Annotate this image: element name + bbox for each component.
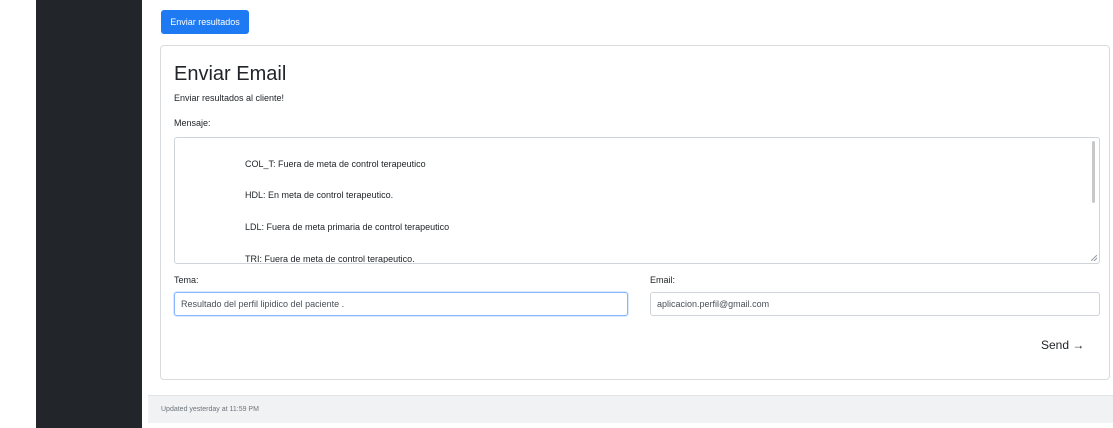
message-line: LDL: Fuera de meta primaria de control t… — [245, 222, 450, 232]
message-label: Mensaje: — [174, 118, 211, 128]
topic-input[interactable] — [174, 292, 628, 316]
message-textarea[interactable]: COL_T: Fuera de meta de control terapeut… — [174, 137, 1100, 264]
email-card: Enviar Email Enviar resultados al client… — [160, 45, 1110, 380]
sidebar — [36, 0, 142, 428]
message-line: HDL: En meta de control terapeutico. — [245, 190, 394, 200]
message-line: COL_T: Fuera de meta de control terapeut… — [245, 159, 426, 169]
left-gutter — [0, 0, 36, 428]
message-scrollbar[interactable] — [1092, 141, 1095, 203]
card-title: Enviar Email — [174, 63, 287, 85]
message-line: TRI: Fuera de meta de control terapeutic… — [245, 254, 415, 264]
send-button[interactable]: Send → — [1041, 336, 1084, 354]
email-label: Email: — [650, 275, 676, 285]
main-content: Enviar resultados Enviar Email Enviar re… — [148, 0, 1113, 428]
topic-label: Tema: — [174, 275, 199, 285]
card-subtitle: Enviar resultados al cliente! — [174, 93, 285, 103]
email-input[interactable] — [650, 292, 1100, 316]
footer-updated-text: Updated yesterday at 11:59 PM — [161, 406, 259, 413]
resize-grip-icon[interactable] — [1091, 255, 1097, 261]
send-results-button[interactable]: Enviar resultados — [161, 10, 249, 34]
footer: Updated yesterday at 11:59 PM — [148, 395, 1113, 423]
